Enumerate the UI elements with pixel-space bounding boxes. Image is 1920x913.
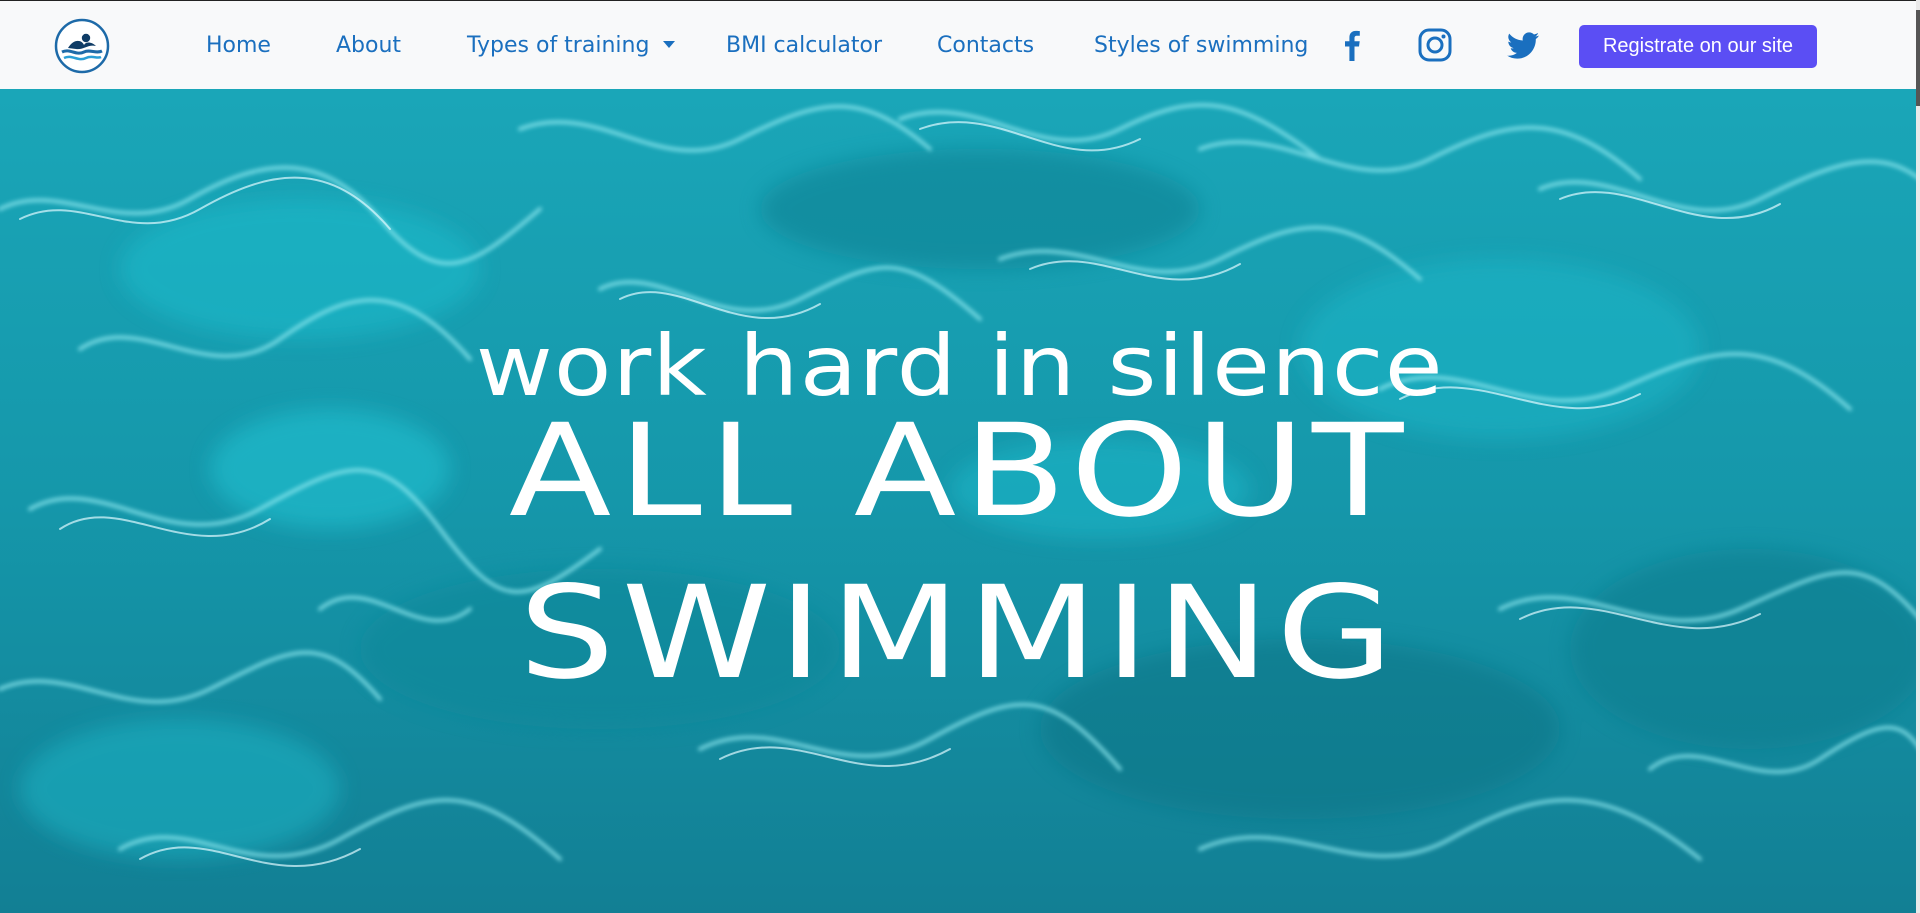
- swimmer-wave-logo-icon[interactable]: [54, 18, 110, 74]
- instagram-icon[interactable]: [1417, 27, 1453, 63]
- twitter-icon[interactable]: [1505, 27, 1541, 63]
- navbar: Home About Types of training BMI calcula…: [0, 0, 1916, 89]
- page-scrollbar[interactable]: [1916, 0, 1920, 913]
- nav-link-about[interactable]: About: [336, 31, 401, 61]
- nav-link-styles-of-swimming[interactable]: Styles of swimming: [1094, 31, 1308, 61]
- nav-link-home[interactable]: Home: [206, 31, 271, 61]
- chevron-down-icon: [663, 40, 676, 48]
- page: Home About Types of training BMI calcula…: [0, 0, 1920, 913]
- facebook-icon[interactable]: [1334, 27, 1370, 63]
- nav-link-types-of-training-label: Types of training: [467, 33, 650, 58]
- scrollbar-thumb[interactable]: [1916, 10, 1920, 106]
- nav-link-contacts[interactable]: Contacts: [937, 31, 1034, 61]
- hero-title-line-2: SWIMMING: [518, 559, 1401, 708]
- nav-link-bmi-calculator[interactable]: BMI calculator: [726, 31, 882, 61]
- register-button[interactable]: Registrate on our site: [1579, 25, 1817, 68]
- hero-section: work hard in silence ALL ABOUT SWIMMING: [0, 89, 1920, 913]
- nav-link-types-of-training[interactable]: Types of training: [467, 31, 676, 61]
- hero-title-line-1: ALL ABOUT: [508, 397, 1411, 546]
